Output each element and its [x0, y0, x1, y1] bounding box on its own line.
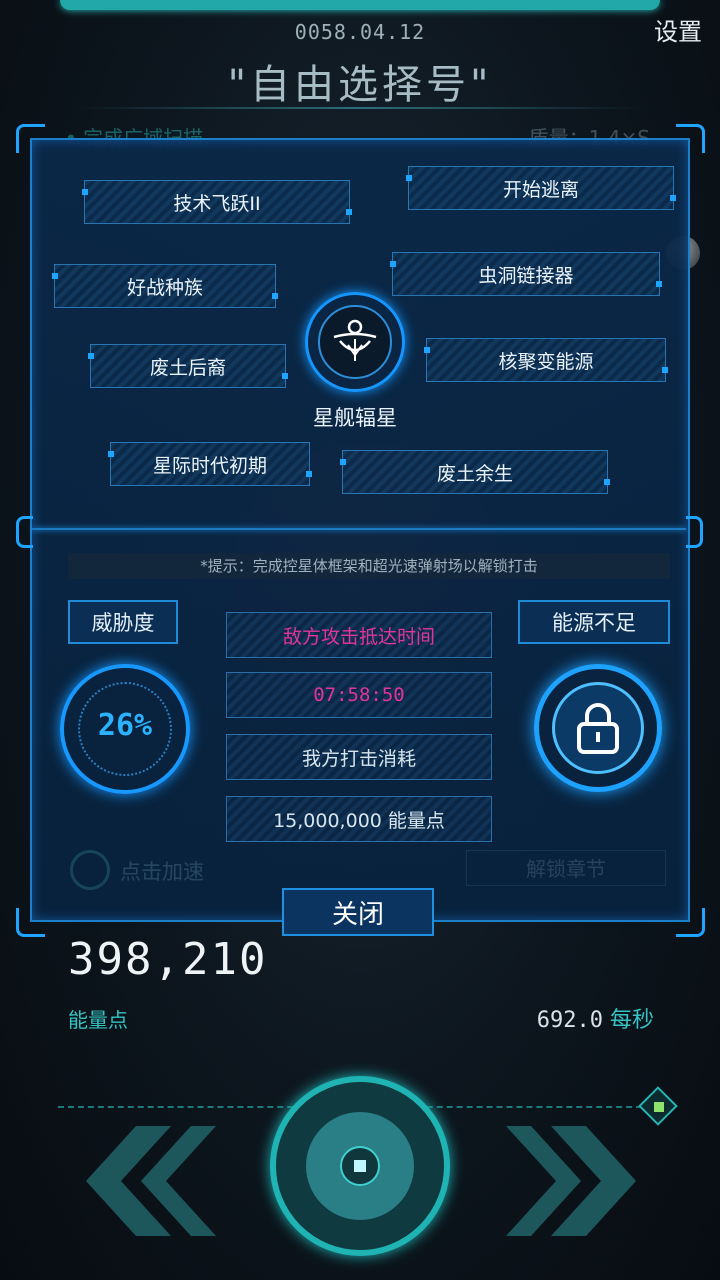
ship-title: "自由选择号": [227, 62, 493, 108]
panel-corner: [16, 516, 33, 548]
tech-item[interactable]: 好战种族: [52, 264, 278, 308]
our-cost-value: 15,000,000 能量点: [226, 796, 492, 842]
panel-corner: [686, 516, 703, 548]
speedup-icon: [70, 850, 110, 890]
unlock-chapter-text: 解锁章节: [466, 850, 666, 886]
energy-label: 能量点: [68, 1008, 128, 1032]
main-action-dot: [354, 1160, 366, 1172]
unlock-hint: *提示：完成控星体框架和超光速弹射场以解锁打击: [68, 553, 670, 579]
tech-item[interactable]: 星际时代初期: [108, 442, 312, 486]
starship-label: 星舰辐星: [313, 406, 397, 430]
starship-icon[interactable]: [318, 305, 392, 379]
energy-total: 398,210: [68, 934, 268, 985]
panel-divider: [32, 528, 686, 530]
tech-item[interactable]: 虫洞链接器: [390, 252, 662, 296]
threat-label: 威胁度: [68, 600, 178, 644]
previous-arrow-icon[interactable]: [66, 1126, 216, 1236]
rate-unit: 每秒: [609, 1008, 654, 1033]
lock-icon[interactable]: [552, 682, 644, 774]
our-cost-label: 我方打击消耗: [226, 734, 492, 780]
tech-item[interactable]: 核聚变能源: [424, 338, 668, 382]
threat-value: 26%: [97, 708, 153, 743]
tech-item[interactable]: 废土后裔: [88, 344, 288, 388]
rate-value: 692.0: [536, 1008, 603, 1033]
panel-corner: [676, 908, 705, 937]
tech-item[interactable]: 开始逃离: [406, 166, 676, 210]
panel-corner: [16, 908, 45, 937]
settings-button[interactable]: 设置: [654, 12, 702, 47]
speedup-text: 点击加速: [120, 860, 204, 884]
enemy-arrival-label: 敌方攻击抵达时间: [226, 612, 492, 658]
panel-corner: [16, 124, 45, 153]
energy-rate: 692.0 每秒: [537, 1002, 654, 1034]
game-date: 0058.04.12: [294, 20, 426, 44]
tech-item[interactable]: 废土余生: [340, 450, 610, 494]
panel-corner: [676, 124, 705, 153]
next-arrow-icon[interactable]: [506, 1126, 656, 1236]
enemy-arrival-time: 07:58:50: [226, 672, 492, 718]
top-edge-bar: [60, 0, 660, 10]
close-button[interactable]: 关闭: [282, 888, 434, 936]
energy-insufficient-label: 能源不足: [518, 600, 670, 644]
tech-item[interactable]: 技术飞跃II: [82, 180, 352, 224]
title-underline: [80, 107, 640, 109]
gem-core: [654, 1102, 664, 1112]
